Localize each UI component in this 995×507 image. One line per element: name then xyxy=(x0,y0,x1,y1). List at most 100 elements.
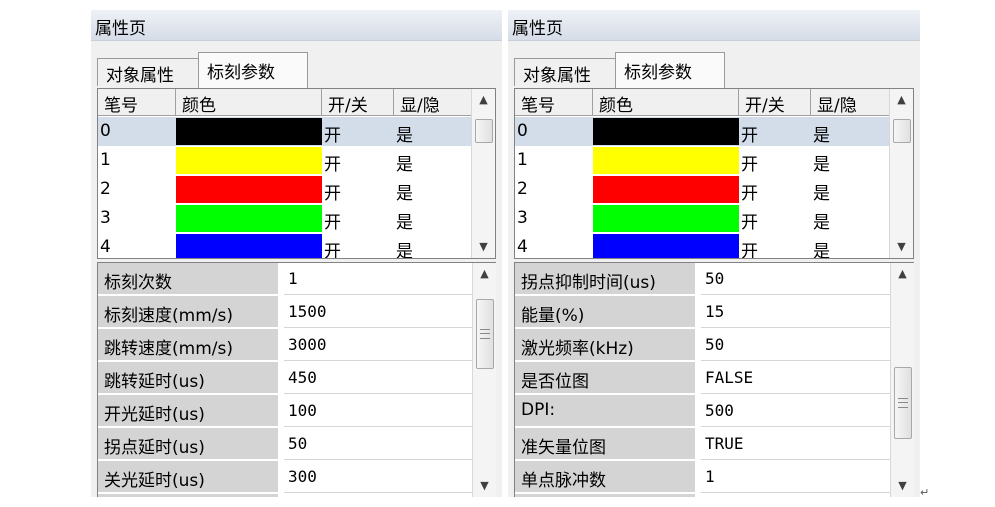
property-row[interactable]: 标刻次数 1 xyxy=(98,263,472,296)
scroll-thumb[interactable] xyxy=(893,119,911,143)
tab-marking-parameters[interactable]: 标刻参数 xyxy=(615,52,725,88)
scroll-thumb[interactable] xyxy=(894,367,912,439)
scroll-thumb[interactable] xyxy=(476,299,494,369)
tab-marking-parameters[interactable]: 标刻参数 xyxy=(198,52,308,88)
scroll-up-icon[interactable]: ▲ xyxy=(890,89,913,111)
pen-on-off[interactable]: 开 xyxy=(322,117,341,146)
pen-on-off[interactable]: 开 xyxy=(739,233,758,258)
property-value[interactable]: 300 xyxy=(284,461,472,493)
pen-color-swatch[interactable] xyxy=(176,118,322,145)
property-row[interactable]: 拐点延时(us) 50 xyxy=(98,428,472,461)
pen-row[interactable]: 1 开 是 xyxy=(515,146,889,175)
pen-table-scrollbar[interactable]: ▲ ▼ xyxy=(889,89,913,258)
property-row[interactable]: 激光频率(kHz) 50 xyxy=(515,329,890,362)
pen-color-swatch[interactable] xyxy=(176,234,322,258)
pen-row[interactable]: 1 开 是 xyxy=(98,146,471,175)
pen-row[interactable]: 4 开 是 xyxy=(98,233,471,258)
property-list-scrollbar[interactable]: ▲ ▼ xyxy=(890,263,914,497)
pen-row[interactable]: 3 开 是 xyxy=(515,204,889,233)
pen-row[interactable]: 3 开 是 xyxy=(98,204,471,233)
header-on-off[interactable]: 开/关 xyxy=(739,89,811,116)
pen-row[interactable]: 2 开 是 xyxy=(515,175,889,204)
property-value[interactable]: 15 xyxy=(701,296,890,328)
pen-row[interactable]: 4 开 是 xyxy=(515,233,889,258)
pen-show-hide[interactable]: 是 xyxy=(811,175,830,204)
scroll-up-icon[interactable]: ▲ xyxy=(473,263,496,285)
property-value[interactable]: TRUE xyxy=(701,428,890,460)
pen-show-hide[interactable]: 是 xyxy=(394,117,413,146)
property-value[interactable]: 1 xyxy=(701,461,890,493)
tab-object-properties[interactable]: 对象属性 xyxy=(514,58,616,86)
property-row[interactable]: 关光延时(us) 300 xyxy=(98,461,472,494)
header-show-hide[interactable]: 显/隐 xyxy=(394,89,468,116)
property-value[interactable]: 450 xyxy=(284,362,472,394)
property-row[interactable]: 是否位图 FALSE xyxy=(515,362,890,395)
pen-on-off[interactable]: 开 xyxy=(322,204,341,233)
pen-show-hide[interactable]: 是 xyxy=(394,204,413,233)
pen-show-hide[interactable]: 是 xyxy=(394,233,413,258)
property-row[interactable]: 准矢量位图 TRUE xyxy=(515,428,890,461)
pen-on-off[interactable]: 开 xyxy=(739,117,758,146)
header-color[interactable]: 颜色 xyxy=(593,89,739,116)
property-row[interactable]: 标刻速度(mm/s) 1500 xyxy=(98,296,472,329)
scroll-thumb[interactable] xyxy=(475,119,493,143)
pen-color-swatch[interactable] xyxy=(176,205,322,232)
header-on-off[interactable]: 开/关 xyxy=(322,89,394,116)
property-row[interactable]: 拐点抑制时间(us) 50 xyxy=(515,263,890,296)
property-value[interactable]: 50 xyxy=(701,329,890,361)
pen-show-hide[interactable]: 是 xyxy=(811,117,830,146)
pen-on-off[interactable]: 开 xyxy=(322,175,341,204)
pen-color-swatch[interactable] xyxy=(176,147,322,174)
pen-on-off[interactable]: 开 xyxy=(322,146,341,175)
property-value[interactable]: 1500 xyxy=(284,296,472,328)
property-row[interactable]: 跳转速度(mm/s) 3000 xyxy=(98,329,472,362)
property-row[interactable]: 开光延时(us) 100 xyxy=(98,395,472,428)
pen-color-swatch[interactable] xyxy=(593,234,739,258)
property-row[interactable]: 跳转延时(us) 450 xyxy=(98,362,472,395)
header-show-hide[interactable]: 显/隐 xyxy=(811,89,885,116)
pen-show-hide[interactable]: 是 xyxy=(811,146,830,175)
property-value[interactable]: 50 xyxy=(701,263,890,295)
pen-color-swatch[interactable] xyxy=(593,147,739,174)
header-pen-number[interactable]: 笔号 xyxy=(98,89,176,116)
pen-row[interactable]: 0 开 是 xyxy=(98,117,471,146)
property-row-partial[interactable] xyxy=(515,494,890,497)
pen-row[interactable]: 0 开 是 xyxy=(515,117,889,146)
property-value[interactable]: 3000 xyxy=(284,329,472,361)
property-value[interactable] xyxy=(701,494,890,497)
property-list-scrollbar[interactable]: ▲ ▼ xyxy=(472,263,496,497)
header-color[interactable]: 颜色 xyxy=(176,89,322,116)
pen-on-off[interactable]: 开 xyxy=(739,175,758,204)
pen-on-off[interactable]: 开 xyxy=(739,146,758,175)
pen-color-swatch[interactable] xyxy=(176,176,322,203)
property-value[interactable]: 1 xyxy=(284,263,472,295)
property-row-partial[interactable] xyxy=(98,494,472,497)
scroll-down-icon[interactable]: ▼ xyxy=(472,236,495,258)
pen-color-swatch[interactable] xyxy=(593,118,739,145)
scroll-up-icon[interactable]: ▲ xyxy=(472,89,495,111)
pen-on-off[interactable]: 开 xyxy=(322,233,341,258)
pen-show-hide[interactable]: 是 xyxy=(811,204,830,233)
property-value[interactable]: FALSE xyxy=(701,362,890,394)
property-value[interactable]: 50 xyxy=(284,428,472,460)
property-value[interactable] xyxy=(284,494,472,497)
pen-color-swatch[interactable] xyxy=(593,205,739,232)
property-row[interactable]: 能量(%) 15 xyxy=(515,296,890,329)
property-row[interactable]: DPI: 500 xyxy=(515,395,890,428)
pen-on-off[interactable]: 开 xyxy=(739,204,758,233)
pen-show-hide[interactable]: 是 xyxy=(394,175,413,204)
pen-show-hide[interactable]: 是 xyxy=(394,146,413,175)
scroll-down-icon[interactable]: ▼ xyxy=(891,475,914,497)
pen-color-swatch[interactable] xyxy=(593,176,739,203)
scroll-down-icon[interactable]: ▼ xyxy=(473,475,496,497)
header-pen-number[interactable]: 笔号 xyxy=(515,89,593,116)
property-value[interactable]: 100 xyxy=(284,395,472,427)
pen-row[interactable]: 2 开 是 xyxy=(98,175,471,204)
pen-table-scrollbar[interactable]: ▲ ▼ xyxy=(471,89,495,258)
pen-show-hide[interactable]: 是 xyxy=(811,233,830,258)
scroll-up-icon[interactable]: ▲ xyxy=(891,263,914,285)
scroll-down-icon[interactable]: ▼ xyxy=(890,236,913,258)
property-value[interactable]: 500 xyxy=(701,395,890,427)
property-row[interactable]: 单点脉冲数 1 xyxy=(515,461,890,494)
tab-object-properties[interactable]: 对象属性 xyxy=(97,58,199,86)
